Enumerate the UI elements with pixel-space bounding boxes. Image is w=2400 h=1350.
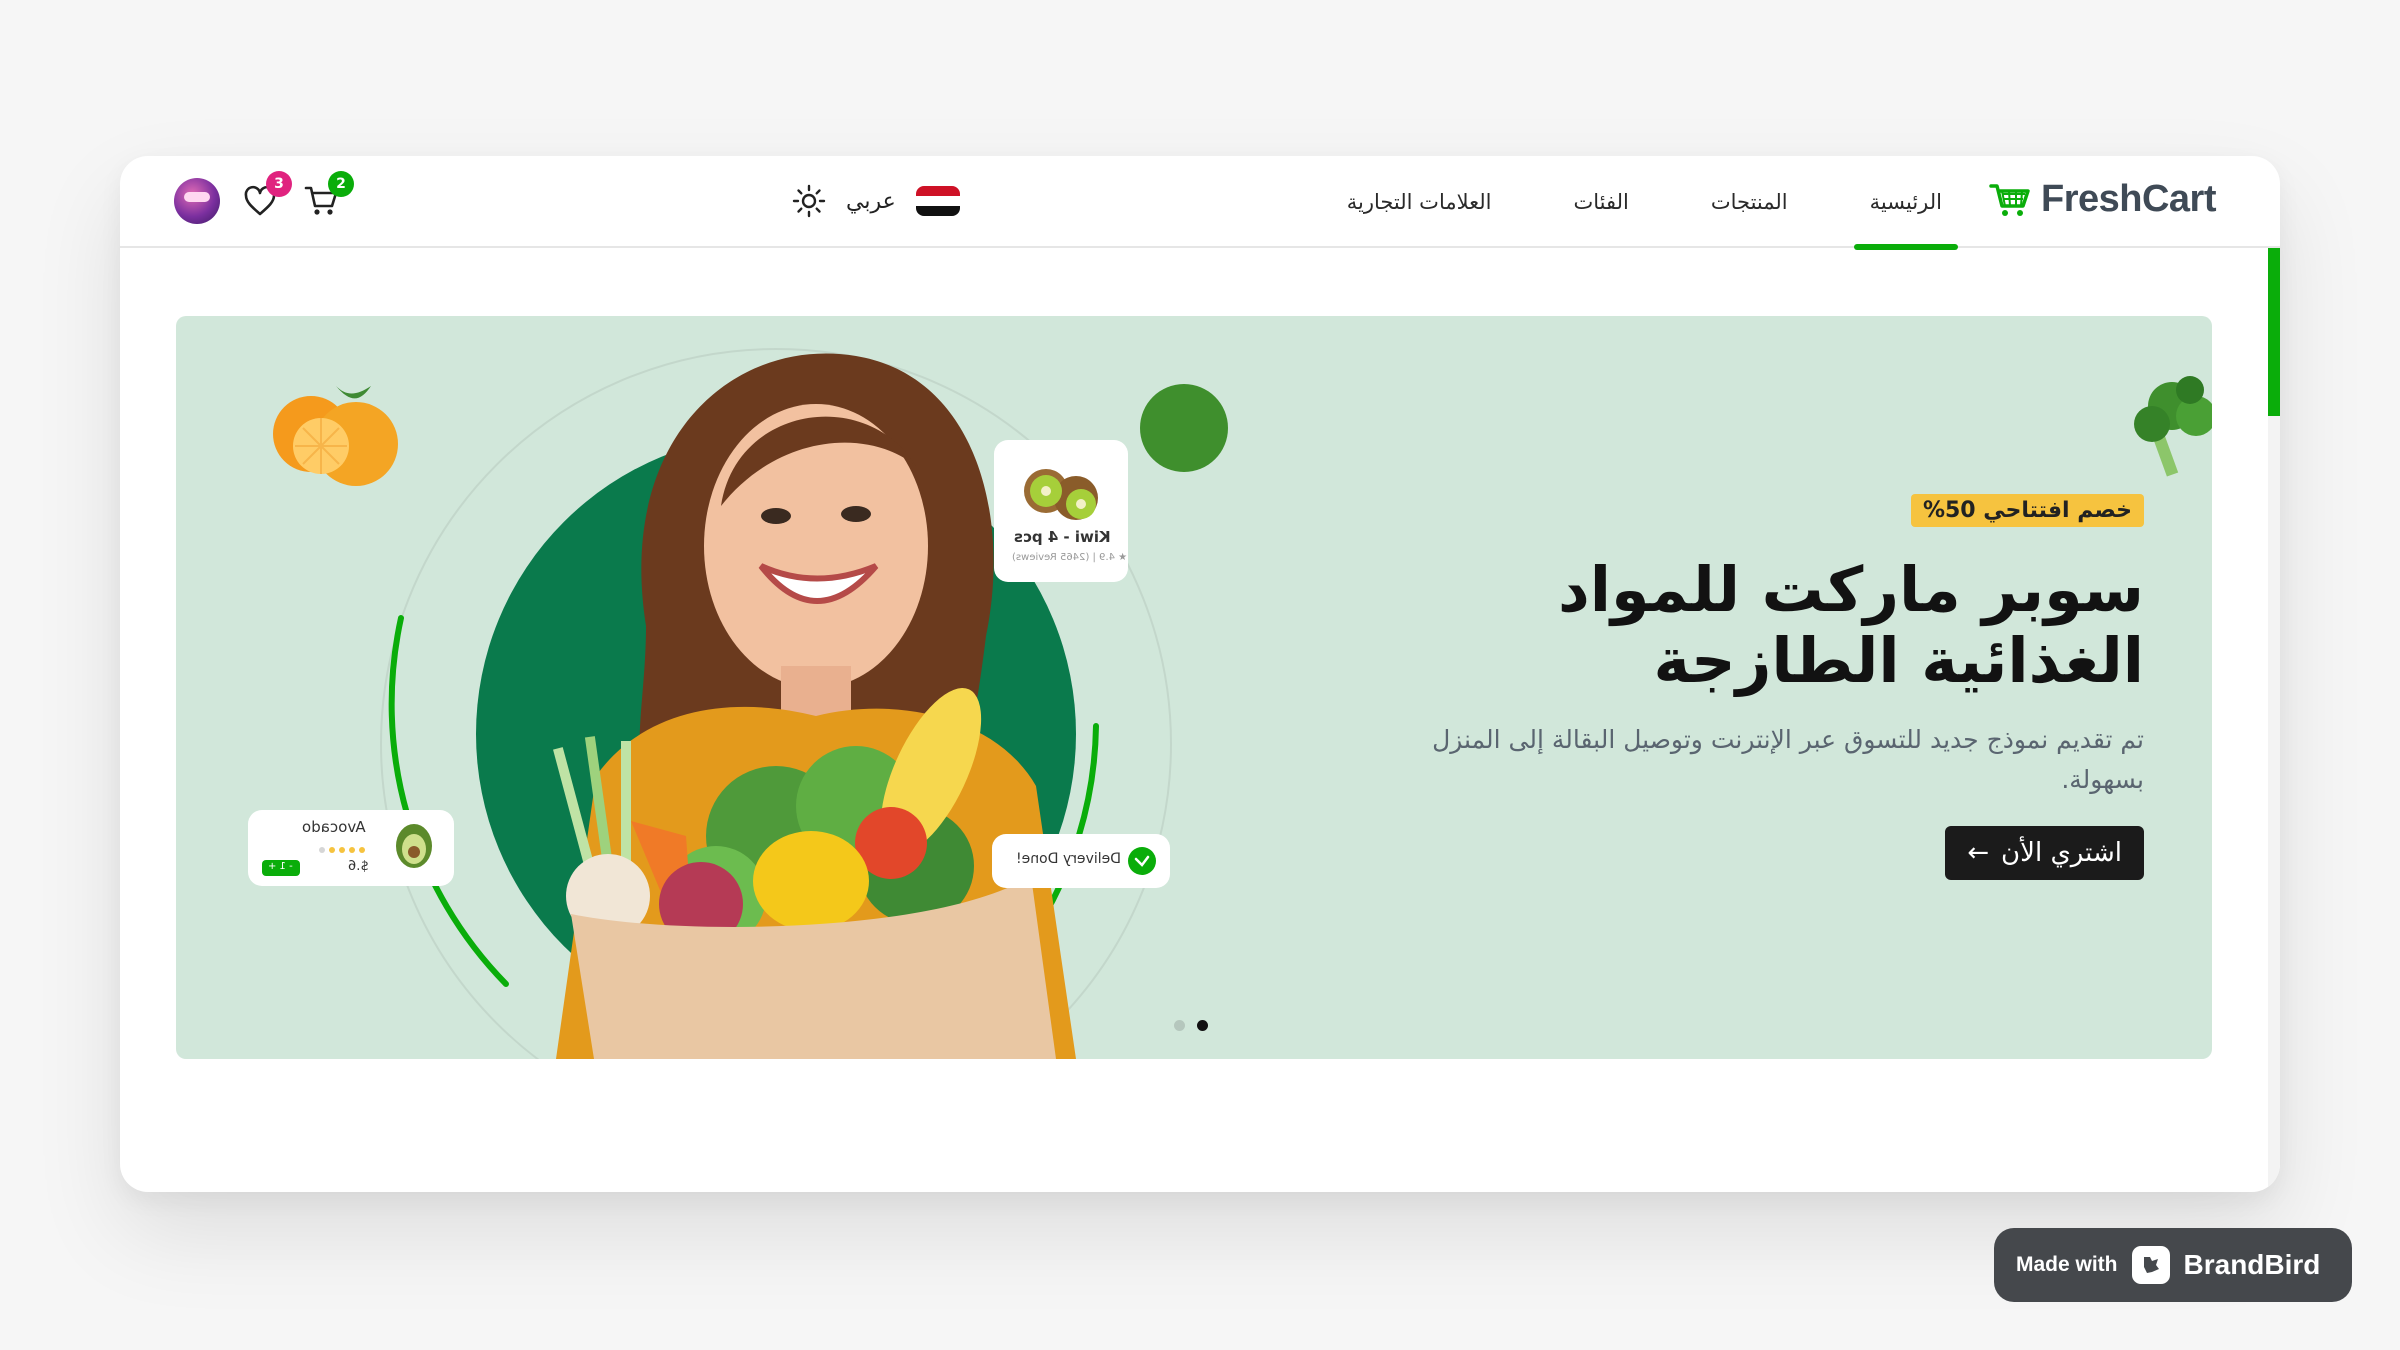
browser-window: FreshCart الرئيسية المنتجات الفئات العلا…	[120, 156, 2280, 1192]
avatar[interactable]	[174, 178, 220, 224]
egypt-flag-icon[interactable]	[915, 186, 960, 216]
broccoli-icon	[2134, 376, 2212, 477]
hero-title-line-1: سوبر ماركت للمواد	[1557, 553, 2144, 626]
avocado-card-price: $.6	[348, 859, 369, 874]
cart-button[interactable]: 2	[300, 171, 354, 223]
nav-link-brands[interactable]: العلامات التجارية	[1331, 156, 1508, 248]
delivery-card-label: Delivery Done!	[1016, 851, 1122, 867]
arrow-left-icon: ←	[1967, 838, 1990, 869]
cart-count-badge: 2	[328, 171, 354, 197]
avocado-card-title: Avocado	[302, 818, 366, 836]
nav-link-products[interactable]: المنتجات	[1695, 156, 1804, 248]
scrollbar-thumb[interactable]	[2268, 248, 2280, 416]
navbar: FreshCart الرئيسية المنتجات الفئات العلا…	[120, 156, 2280, 250]
hero-title: سوبر ماركت للمواد الغذائية الطازجة	[1404, 553, 2144, 697]
wishlist-count-badge: 3	[266, 171, 292, 197]
hero-text: خصم افتتاحي 50% سوبر ماركت للمواد الغذائ…	[1404, 494, 2144, 881]
nav-links: الرئيسية المنتجات الفئات العلامات التجار…	[1331, 156, 1959, 250]
hero-title-line-2: الغذائية الطازجة	[1653, 623, 2144, 697]
kiwi-card-meta: ★ 4.9 | (2465 Reviews)	[1012, 552, 1128, 563]
nav-link-home[interactable]: الرئيسية	[1853, 156, 1959, 250]
avocado-card-qty: - 1 +	[268, 861, 293, 872]
user-actions: 3 2	[174, 171, 354, 224]
wishlist-button[interactable]: 3	[238, 171, 292, 223]
nav-link-categories[interactable]: الفئات	[1558, 156, 1645, 248]
language-label[interactable]: عربي	[846, 189, 896, 214]
kiwi-card-title: Kiwi - 4 pcs	[1014, 528, 1111, 546]
hero-description: تم تقديم نموذج جديد للتسوق عبر الإنترنت …	[1432, 725, 2144, 795]
offer-badge: خصم افتتاحي 50%	[1910, 494, 2144, 527]
hero-banner: Kiwi - 4 pcs ★ 4.9 | (2465 Reviews) Deli…	[176, 316, 2212, 1059]
brandbird-logo-icon	[2131, 1246, 2170, 1284]
carousel-dot-1[interactable]	[1174, 1020, 1185, 1031]
brand-logo[interactable]: FreshCart	[1989, 178, 2217, 221]
made-with-brandbird-badge[interactable]: Made with BrandBird	[1994, 1228, 2352, 1302]
shop-now-button[interactable]: اشتري الأن ←	[1945, 826, 2144, 881]
carousel-dots	[1174, 1020, 1208, 1031]
brandbird-name: BrandBird	[2183, 1249, 2321, 1280]
language-theme-controls: عربي	[792, 184, 960, 218]
made-with-label: Made with	[2016, 1253, 2118, 1276]
sun-icon[interactable]	[792, 184, 826, 218]
hero-illustration	[248, 348, 1228, 1059]
shop-now-label: اشتري الأن	[2001, 838, 2122, 869]
brand-name: FreshCart	[2041, 178, 2217, 220]
carousel-dot-2[interactable]	[1197, 1020, 1208, 1031]
cart-logo-icon	[1989, 183, 2030, 216]
